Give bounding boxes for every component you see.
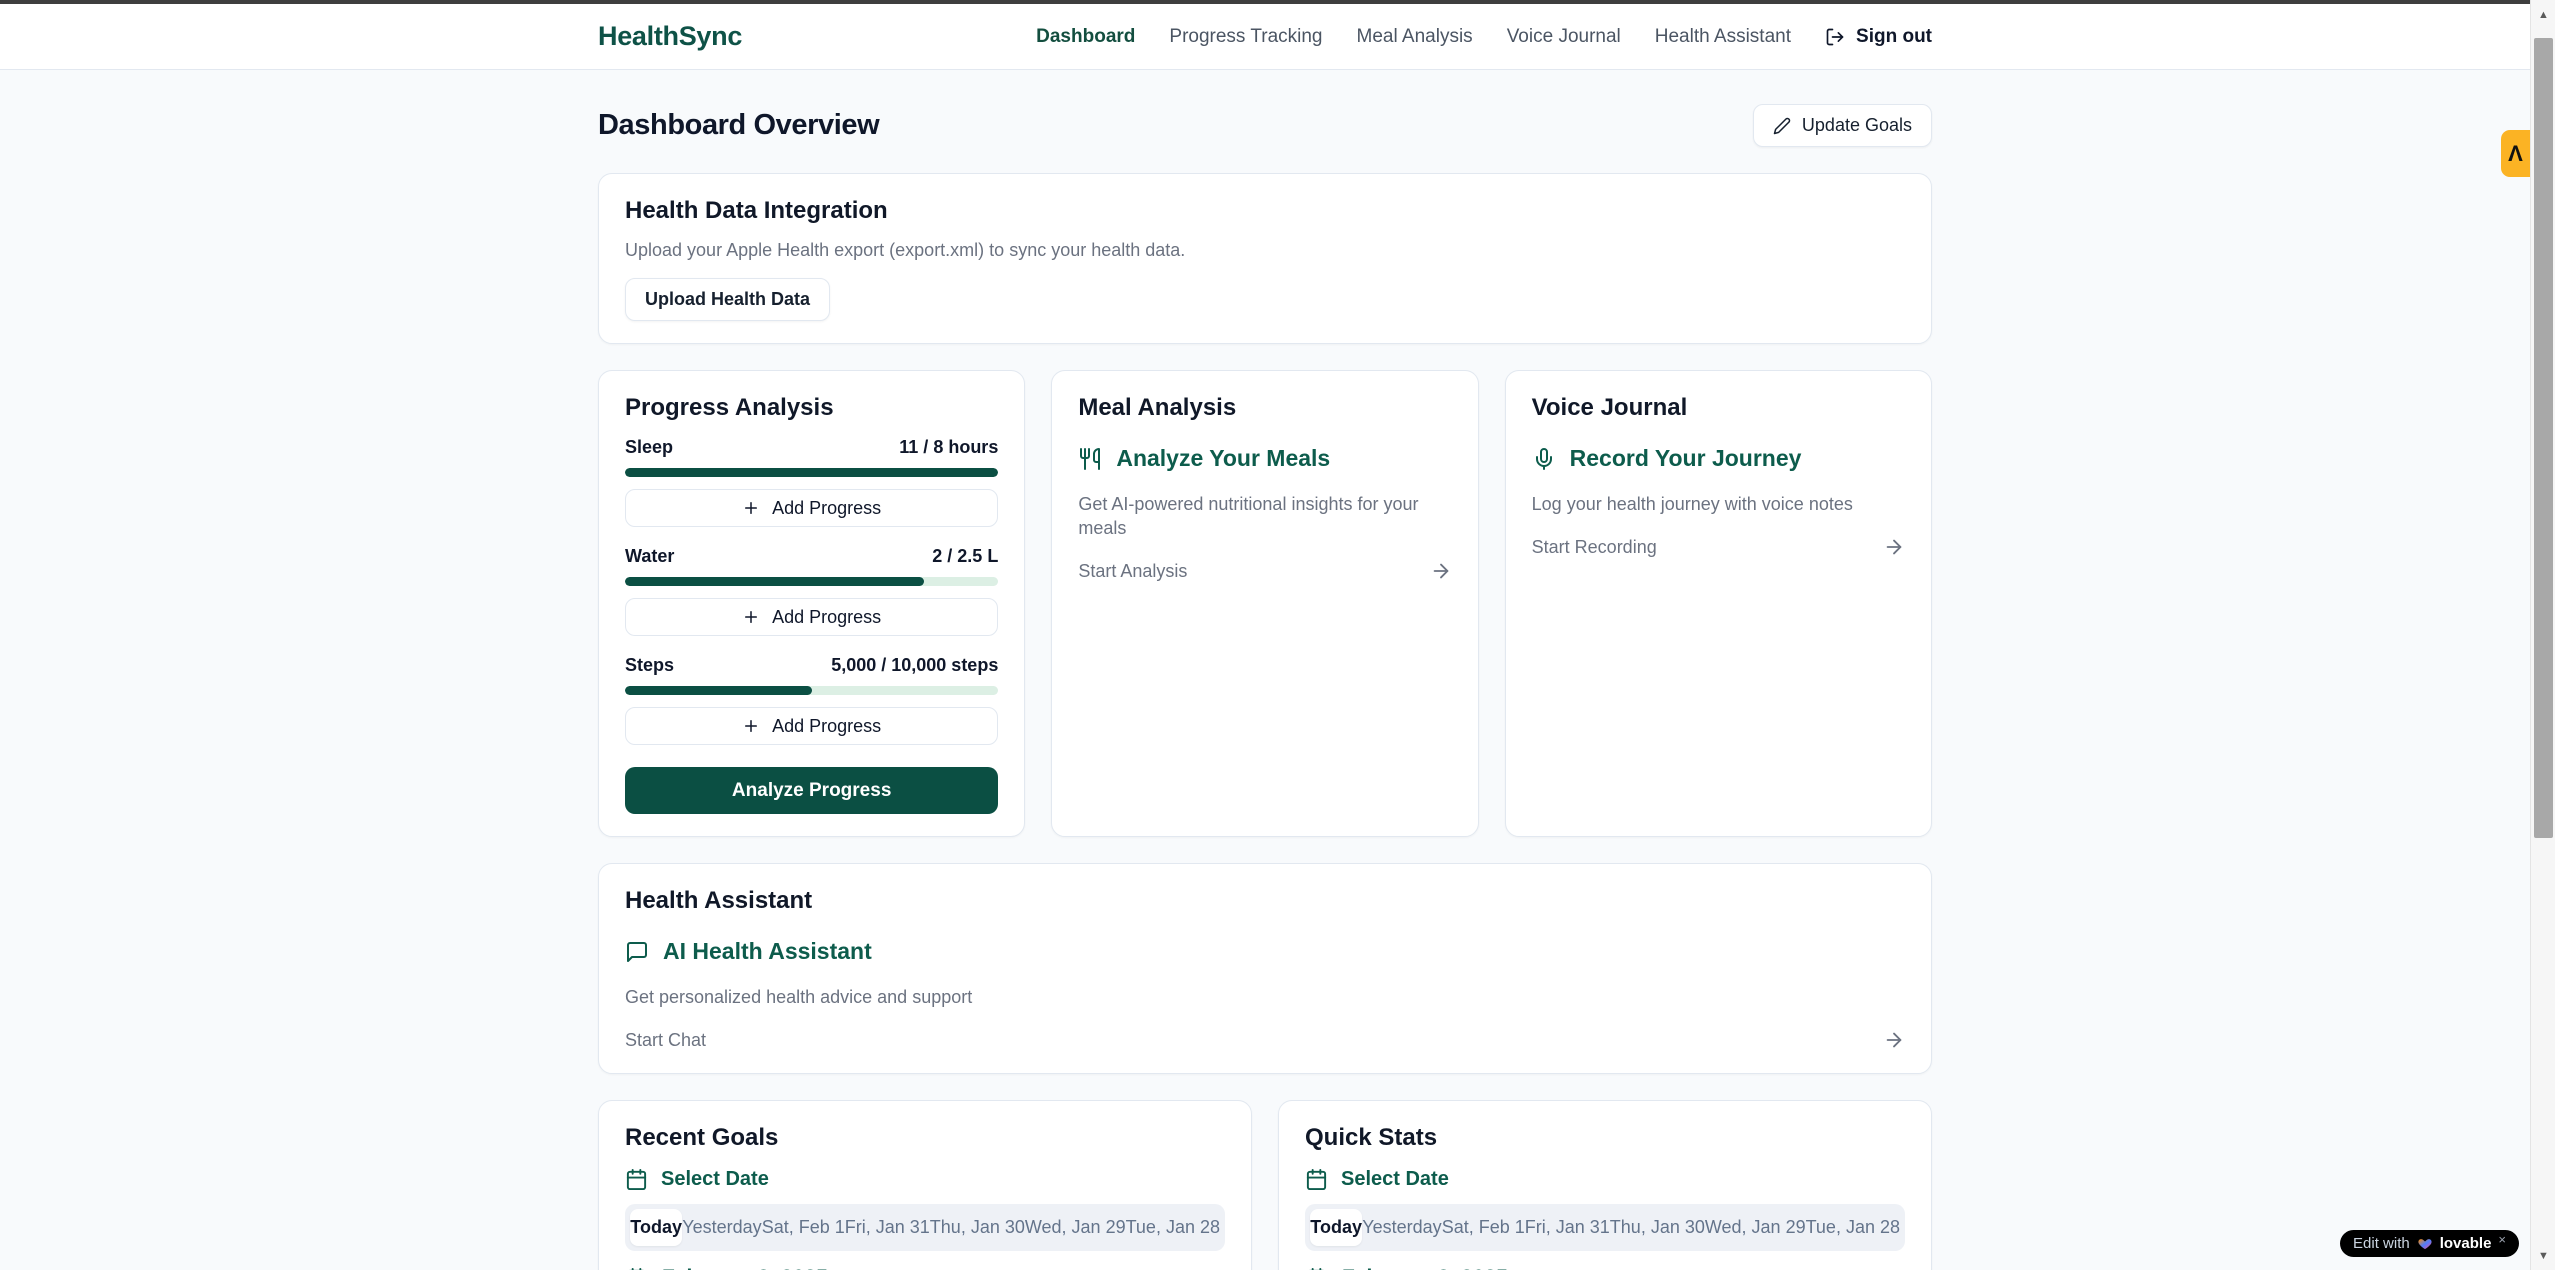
goal-water: Water 2 / 2.5 L Add Progress xyxy=(625,545,998,636)
voice-heading-link[interactable]: Record Your Journey xyxy=(1532,445,1905,472)
microphone-icon xyxy=(1532,447,1556,471)
calendar-icon xyxy=(625,1168,648,1191)
add-water-progress-button[interactable]: Add Progress xyxy=(625,598,998,636)
recent-goals-date-tabs: Today Yesterday Sat, Feb 1 Fri, Jan 31 T… xyxy=(625,1204,1225,1251)
nav-item-health-assistant[interactable]: Health Assistant xyxy=(1655,26,1791,48)
voice-journal-card: Voice Journal Record Your Journey Log yo… xyxy=(1505,370,1932,837)
add-steps-progress-button[interactable]: Add Progress xyxy=(625,707,998,745)
progress-analysis-card: Progress Analysis Sleep 11 / 8 hours Add… xyxy=(598,370,1025,837)
assistant-heading-link[interactable]: AI Health Assistant xyxy=(625,938,1905,965)
start-analysis-link[interactable]: Start Analysis xyxy=(1078,560,1451,582)
calendar-icon xyxy=(1305,1267,1328,1270)
chat-bubble-icon xyxy=(625,940,649,964)
top-navigation: HealthSync Dashboard Progress Tracking M… xyxy=(0,4,2530,70)
plus-icon xyxy=(742,717,760,735)
recent-goals-title: Recent Goals xyxy=(625,1123,1225,1153)
analyze-progress-button[interactable]: Analyze Progress xyxy=(625,767,998,814)
voice-title: Voice Journal xyxy=(1532,393,1905,423)
calendar-icon xyxy=(1305,1168,1328,1191)
tab-fri-jan-31[interactable]: Fri, Jan 31 xyxy=(1525,1209,1610,1246)
quick-stats-selected-date: February 3, 2025 xyxy=(1305,1266,1905,1270)
goal-label: Water xyxy=(625,545,674,568)
assistant-title: Health Assistant xyxy=(625,886,1905,916)
sleep-progress-fill xyxy=(625,468,998,477)
scrollbar-thumb[interactable] xyxy=(2534,38,2553,838)
start-recording-link[interactable]: Start Recording xyxy=(1532,536,1905,558)
goal-label: Sleep xyxy=(625,436,673,459)
meal-description: Get AI-powered nutritional insights for … xyxy=(1078,492,1451,540)
recent-goals-card: Recent Goals Select Date Today Yesterday… xyxy=(598,1100,1252,1270)
nav-item-progress-tracking[interactable]: Progress Tracking xyxy=(1169,26,1322,48)
tab-thu-jan-30[interactable]: Thu, Jan 30 xyxy=(1610,1209,1705,1246)
sign-out-button[interactable]: Sign out xyxy=(1825,26,1932,48)
quick-stats-title: Quick Stats xyxy=(1305,1123,1905,1153)
tab-tue-jan-28[interactable]: Tue, Jan 28 xyxy=(1806,1209,1900,1246)
recent-goals-select-date[interactable]: Select Date xyxy=(625,1168,1225,1191)
steps-progress-fill xyxy=(625,686,812,695)
meal-title: Meal Analysis xyxy=(1078,393,1451,423)
integration-title: Health Data Integration xyxy=(625,196,1905,226)
goal-value: 5,000 / 10,000 steps xyxy=(831,654,998,677)
goal-sleep: Sleep 11 / 8 hours Add Progress xyxy=(625,436,998,527)
tab-tue-jan-28[interactable]: Tue, Jan 28 xyxy=(1126,1209,1220,1246)
tab-thu-jan-30[interactable]: Thu, Jan 30 xyxy=(930,1209,1025,1246)
integration-description: Upload your Apple Health export (export.… xyxy=(625,238,1905,263)
start-chat-link[interactable]: Start Chat xyxy=(625,1029,1905,1051)
page-title: Dashboard Overview xyxy=(598,109,879,142)
plus-icon xyxy=(742,499,760,517)
goal-value: 11 / 8 hours xyxy=(899,436,998,459)
tab-yesterday[interactable]: Yesterday xyxy=(1362,1209,1441,1246)
water-progress-bar[interactable] xyxy=(625,577,998,586)
tab-sat-feb-1[interactable]: Sat, Feb 1 xyxy=(1442,1209,1525,1246)
tab-yesterday[interactable]: Yesterday xyxy=(682,1209,761,1246)
arrow-right-icon xyxy=(1430,560,1452,582)
tab-fri-jan-31[interactable]: Fri, Jan 31 xyxy=(845,1209,930,1246)
goal-value: 2 / 2.5 L xyxy=(932,545,998,568)
health-data-integration-card: Health Data Integration Upload your Appl… xyxy=(598,173,1932,344)
health-assistant-card: Health Assistant AI Health Assistant Get… xyxy=(598,863,1932,1074)
arrow-right-icon xyxy=(1883,536,1905,558)
scrollbar-up-arrow-icon[interactable]: ▲ xyxy=(2531,2,2555,27)
quick-stats-date-tabs: Today Yesterday Sat, Feb 1 Fri, Jan 31 T… xyxy=(1305,1204,1905,1251)
tab-wed-jan-29[interactable]: Wed, Jan 29 xyxy=(1025,1209,1126,1246)
utensils-icon xyxy=(1078,447,1102,471)
lovable-side-widget[interactable]: Λ xyxy=(2501,130,2530,177)
lovable-logo-icon: Λ xyxy=(2508,141,2523,167)
badge-close-icon[interactable]: × xyxy=(2498,1232,2506,1247)
recent-goals-selected-date: February 3, 2025 xyxy=(625,1266,1225,1270)
nav-item-dashboard[interactable]: Dashboard xyxy=(1036,26,1135,48)
steps-progress-bar[interactable] xyxy=(625,686,998,695)
quick-stats-card: Quick Stats Select Date Today Yesterday … xyxy=(1278,1100,1932,1270)
add-sleep-progress-button[interactable]: Add Progress xyxy=(625,489,998,527)
app-logo[interactable]: HealthSync xyxy=(598,21,742,52)
meal-heading-link[interactable]: Analyze Your Meals xyxy=(1078,445,1451,472)
log-out-icon xyxy=(1825,27,1845,47)
voice-description: Log your health journey with voice notes xyxy=(1532,492,1905,516)
gradient-heart-icon xyxy=(2417,1236,2433,1251)
arrow-right-icon xyxy=(1883,1029,1905,1051)
quick-stats-select-date[interactable]: Select Date xyxy=(1305,1168,1905,1191)
edit-with-lovable-badge[interactable]: Edit with lovable × xyxy=(2340,1230,2519,1257)
calendar-icon xyxy=(625,1267,648,1270)
assistant-description: Get personalized health advice and suppo… xyxy=(625,985,1905,1009)
tab-wed-jan-29[interactable]: Wed, Jan 29 xyxy=(1705,1209,1806,1246)
upload-health-data-button[interactable]: Upload Health Data xyxy=(625,278,830,321)
meal-analysis-card: Meal Analysis Analyze Your Meals Get AI-… xyxy=(1051,370,1478,837)
sleep-progress-bar[interactable] xyxy=(625,468,998,477)
goal-steps: Steps 5,000 / 10,000 steps Add Progress xyxy=(625,654,998,745)
pencil-icon xyxy=(1773,117,1791,135)
nav-item-meal-analysis[interactable]: Meal Analysis xyxy=(1357,26,1473,48)
tab-today[interactable]: Today xyxy=(630,1209,682,1246)
nav-links: Dashboard Progress Tracking Meal Analysi… xyxy=(1036,26,1932,48)
page-scrollbar[interactable]: ▲ ▼ xyxy=(2530,0,2555,1270)
progress-title: Progress Analysis xyxy=(625,393,998,423)
tab-today[interactable]: Today xyxy=(1310,1209,1362,1246)
update-goals-button[interactable]: Update Goals xyxy=(1753,104,1932,147)
tab-sat-feb-1[interactable]: Sat, Feb 1 xyxy=(762,1209,845,1246)
water-progress-fill xyxy=(625,577,924,586)
nav-item-voice-journal[interactable]: Voice Journal xyxy=(1507,26,1621,48)
goal-label: Steps xyxy=(625,654,674,677)
scrollbar-down-arrow-icon[interactable]: ▼ xyxy=(2531,1243,2555,1268)
plus-icon xyxy=(742,608,760,626)
